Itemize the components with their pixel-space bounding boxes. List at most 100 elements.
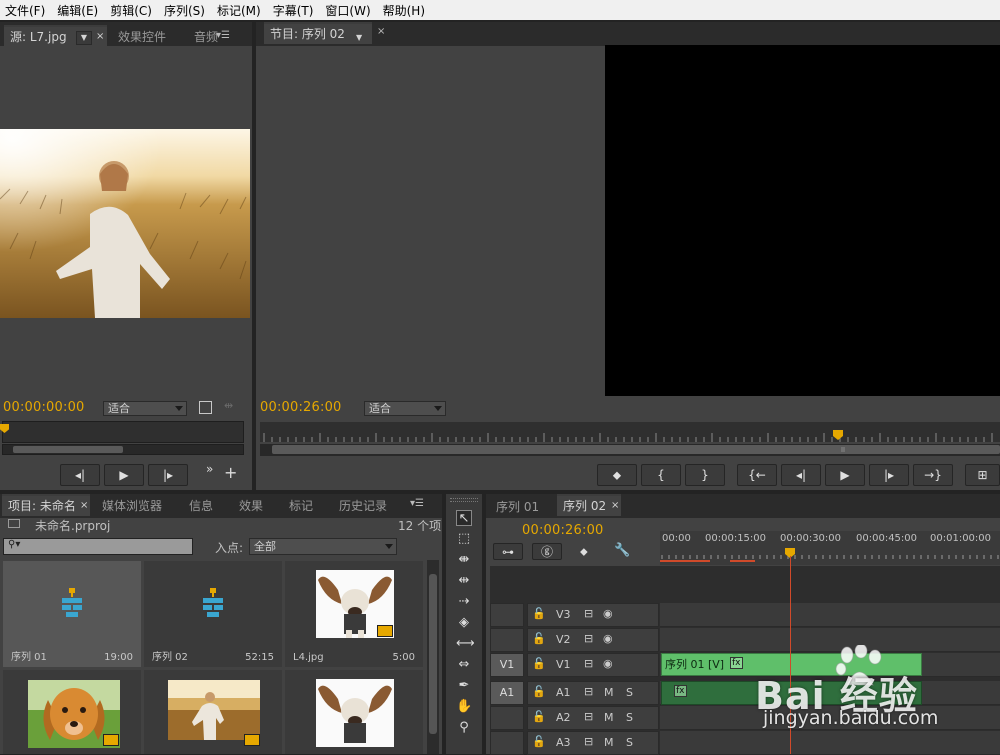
export-frame-icon[interactable]	[199, 401, 212, 414]
zoom-tool-icon[interactable]: ⚲	[456, 720, 472, 736]
track-target-toggle[interactable]	[490, 706, 524, 730]
sync-lock-icon[interactable]: ⊟	[584, 685, 593, 698]
snap-insert-button[interactable]: ⊶	[493, 543, 523, 560]
chevron-down-icon[interactable]: ▼	[76, 31, 92, 45]
program-time-ruler[interactable]	[260, 422, 1000, 456]
menu-item[interactable]: 窗口(W)	[320, 2, 377, 19]
close-icon[interactable]: ×	[96, 27, 104, 47]
lock-icon[interactable]: 🔓	[532, 607, 546, 620]
close-icon[interactable]: ×	[377, 26, 385, 37]
close-icon[interactable]: ×	[611, 496, 619, 516]
add-marker-button[interactable]: ⬥	[597, 464, 637, 486]
project-item-golden-dog[interactable]	[3, 670, 141, 754]
solo-button[interactable]: S	[626, 711, 633, 724]
play-button[interactable]: ▶	[825, 464, 865, 486]
linked-selection-button[interactable]: ⓖ	[532, 543, 562, 560]
menu-item[interactable]: 字幕(T)	[268, 2, 321, 19]
rolling-edit-tool-icon[interactable]: ⇹	[456, 573, 472, 589]
hand-tool-icon[interactable]: ✋	[456, 699, 472, 715]
tab-project-2[interactable]: 信息	[183, 496, 227, 518]
panel-menu-icon[interactable]: ▾☰	[216, 30, 230, 41]
tab-source[interactable]: 源: L7.jpg ▼ ×	[4, 25, 107, 47]
pen-tool-icon[interactable]: ✒	[456, 678, 472, 694]
program-timecode[interactable]: 00:00:26:00	[260, 400, 342, 415]
sync-lock-icon[interactable]: ⊟	[584, 710, 593, 723]
project-item-dog-ears[interactable]	[285, 670, 423, 754]
play-button[interactable]: ▶	[104, 464, 144, 486]
tab-project-3[interactable]: 效果	[233, 496, 277, 518]
step-forward-button[interactable]: |▸	[148, 464, 188, 486]
track-target-toggle[interactable]	[490, 628, 524, 652]
selection-tool-icon[interactable]: ↖	[456, 510, 472, 526]
ripple-edit-tool-icon[interactable]: ⇼	[456, 552, 472, 568]
rate-stretch-tool-icon[interactable]: ⇢	[456, 594, 472, 610]
sync-lock-icon[interactable]: ⊟	[584, 607, 593, 620]
tab-program[interactable]: 节目: 序列 02 ▼	[264, 22, 372, 44]
timeline-timecode[interactable]: 00:00:26:00	[522, 523, 604, 538]
eye-icon[interactable]: ◉	[603, 632, 613, 645]
step-back-button[interactable]: ◂|	[781, 464, 821, 486]
solo-button[interactable]: S	[626, 736, 633, 749]
add-button-icon[interactable]: +	[224, 465, 237, 481]
lock-icon[interactable]: 🔓	[532, 632, 546, 645]
insert-overlay-icon[interactable]: ⇹	[224, 399, 233, 412]
source-scrollbar[interactable]	[2, 444, 244, 455]
track-target-toggle[interactable]	[490, 731, 524, 755]
program-fit-dropdown[interactable]: 适合	[364, 401, 446, 416]
track-select-tool-icon[interactable]: ⬚	[456, 531, 472, 547]
more-controls-icon[interactable]: »	[206, 462, 213, 476]
mute-button[interactable]: M	[604, 711, 614, 724]
menu-item[interactable]: 文件(F)	[0, 2, 52, 19]
mark-in-button[interactable]: {	[641, 464, 681, 486]
slide-tool-icon[interactable]: ⇔	[456, 657, 472, 673]
project-item-l4[interactable]: L4.jpg 5:00	[285, 561, 423, 667]
menu-item[interactable]: 帮助(H)	[378, 2, 432, 19]
video-lane[interactable]	[660, 603, 1000, 627]
project-item-field-girl[interactable]	[144, 670, 282, 754]
mute-button[interactable]: M	[604, 686, 614, 699]
eye-icon[interactable]: ◉	[603, 607, 613, 620]
sync-lock-icon[interactable]: ⊟	[584, 735, 593, 748]
solo-button[interactable]: S	[626, 686, 633, 699]
mute-button[interactable]: M	[604, 736, 614, 749]
tab-project-5[interactable]: 历史记录	[333, 496, 401, 518]
eye-icon[interactable]: ◉	[603, 657, 613, 670]
go-to-in-button[interactable]: {←	[737, 464, 777, 486]
source-fit-dropdown[interactable]: 适合	[103, 401, 187, 416]
step-back-button[interactable]: ◂|	[60, 464, 100, 486]
chevron-down-icon[interactable]: ▼	[356, 28, 362, 48]
tab-project-0[interactable]: 项目: 未命名 ×	[2, 494, 90, 516]
tab-effect-controls[interactable]: 效果控件	[112, 27, 172, 49]
wrench-icon[interactable]: 🔧	[614, 543, 630, 558]
track-target-toggle[interactable]: V1	[490, 653, 524, 677]
track-target-toggle[interactable]	[490, 603, 524, 627]
mark-out-button[interactable]: }	[685, 464, 725, 486]
project-scrollbar[interactable]	[427, 560, 439, 754]
inpoint-dropdown[interactable]: 全部	[249, 538, 397, 555]
go-to-out-button[interactable]: →}	[913, 464, 953, 486]
menu-item[interactable]: 编辑(E)	[52, 2, 105, 19]
menu-item[interactable]: 序列(S)	[159, 2, 212, 19]
panel-menu-icon[interactable]: ▾☰	[410, 498, 424, 509]
sync-lock-icon[interactable]: ⊟	[584, 632, 593, 645]
project-item-sequence-01[interactable]: 序列 01 19:00	[3, 561, 141, 667]
lock-icon[interactable]: 🔓	[532, 735, 546, 748]
tab-project-1[interactable]: 媒体浏览器	[96, 496, 176, 518]
add-marker-icon[interactable]: ⬥	[580, 545, 588, 559]
track-target-toggle[interactable]: A1	[490, 681, 524, 705]
close-icon[interactable]: ×	[80, 496, 88, 516]
menu-item[interactable]: 标记(M)	[212, 2, 268, 19]
source-timecode[interactable]: 00:00:00:00	[3, 400, 85, 415]
razor-tool-icon[interactable]: ◈	[456, 615, 472, 631]
sync-lock-icon[interactable]: ⊟	[584, 657, 593, 670]
lock-icon[interactable]: 🔓	[532, 657, 546, 670]
slip-tool-icon[interactable]: ⟷	[456, 636, 475, 652]
lock-icon[interactable]: 🔓	[532, 710, 546, 723]
step-forward-button[interactable]: |▸	[869, 464, 909, 486]
tab-sequence-01[interactable]: 序列 01	[490, 497, 545, 519]
project-item-sequence-02[interactable]: 序列 02 52:15	[144, 561, 282, 667]
menu-item[interactable]: 剪辑(C)	[105, 2, 159, 19]
tab-sequence-02[interactable]: 序列 02 ×	[557, 494, 621, 516]
search-input[interactable]: ⚲▾	[3, 538, 193, 555]
lock-icon[interactable]: 🔓	[532, 685, 546, 698]
